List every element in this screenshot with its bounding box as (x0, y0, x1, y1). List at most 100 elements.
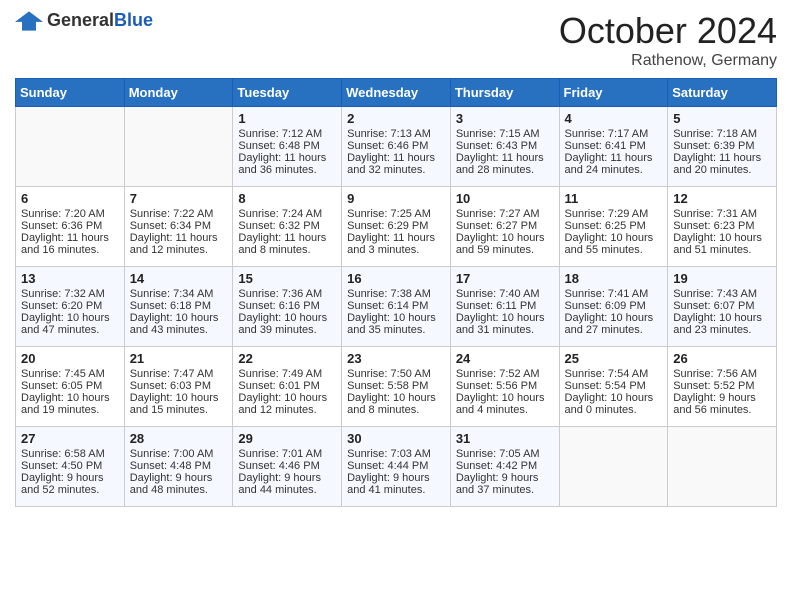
sunset-text: Sunset: 6:39 PM (673, 140, 771, 152)
day-number: 13 (21, 271, 119, 286)
daylight-text: Daylight: 10 hours and 55 minutes. (565, 232, 663, 256)
daylight-text: Daylight: 9 hours and 56 minutes. (673, 392, 771, 416)
logo-blue: Blue (114, 10, 153, 30)
sunrise-text: Sunrise: 7:20 AM (21, 208, 119, 220)
sunrise-text: Sunrise: 7:22 AM (130, 208, 228, 220)
sunset-text: Sunset: 6:34 PM (130, 220, 228, 232)
logo-general: General (47, 10, 114, 30)
sunset-text: Sunset: 6:01 PM (238, 380, 336, 392)
sunrise-text: Sunrise: 7:49 AM (238, 368, 336, 380)
daylight-text: Daylight: 10 hours and 12 minutes. (238, 392, 336, 416)
week-row-5: 27Sunrise: 6:58 AMSunset: 4:50 PMDayligh… (16, 427, 777, 507)
daylight-text: Daylight: 10 hours and 27 minutes. (565, 312, 663, 336)
day-number: 18 (565, 271, 663, 286)
daylight-text: Daylight: 9 hours and 41 minutes. (347, 472, 445, 496)
day-number: 2 (347, 111, 445, 126)
daylight-text: Daylight: 10 hours and 19 minutes. (21, 392, 119, 416)
day-number: 21 (130, 351, 228, 366)
sunrise-text: Sunrise: 7:13 AM (347, 128, 445, 140)
calendar-cell: 12Sunrise: 7:31 AMSunset: 6:23 PMDayligh… (668, 187, 777, 267)
sunrise-text: Sunrise: 7:52 AM (456, 368, 554, 380)
daylight-text: Daylight: 11 hours and 24 minutes. (565, 152, 663, 176)
sunrise-text: Sunrise: 7:00 AM (130, 448, 228, 460)
calendar-cell: 25Sunrise: 7:54 AMSunset: 5:54 PMDayligh… (559, 347, 668, 427)
sunrise-text: Sunrise: 7:40 AM (456, 288, 554, 300)
sunset-text: Sunset: 6:14 PM (347, 300, 445, 312)
sunset-text: Sunset: 6:25 PM (565, 220, 663, 232)
day-header-sunday: Sunday (16, 79, 125, 107)
day-number: 5 (673, 111, 771, 126)
calendar-cell: 1Sunrise: 7:12 AMSunset: 6:48 PMDaylight… (233, 107, 342, 187)
sunset-text: Sunset: 6:09 PM (565, 300, 663, 312)
sunrise-text: Sunrise: 7:43 AM (673, 288, 771, 300)
day-number: 24 (456, 351, 554, 366)
sunset-text: Sunset: 5:52 PM (673, 380, 771, 392)
day-number: 31 (456, 431, 554, 446)
calendar-cell (559, 427, 668, 507)
sunset-text: Sunset: 6:20 PM (21, 300, 119, 312)
calendar-table: SundayMondayTuesdayWednesdayThursdayFrid… (15, 78, 777, 507)
calendar-cell: 29Sunrise: 7:01 AMSunset: 4:46 PMDayligh… (233, 427, 342, 507)
day-number: 8 (238, 191, 336, 206)
day-number: 30 (347, 431, 445, 446)
calendar-cell: 22 Sunrise: 7:49 AMSunset: 6:01 PMDayligh… (233, 347, 342, 427)
sunset-text: Sunset: 6:32 PM (238, 220, 336, 232)
header: GeneralBlue October 2024 Rathenow, Germa… (15, 10, 777, 70)
calendar-cell: 17Sunrise: 7:40 AMSunset: 6:11 PMDayligh… (450, 267, 559, 347)
daylight-text: Daylight: 10 hours and 0 minutes. (565, 392, 663, 416)
logo-text: GeneralBlue (47, 10, 153, 31)
calendar-cell: 19Sunrise: 7:43 AMSunset: 6:07 PMDayligh… (668, 267, 777, 347)
week-row-3: 13 Sunrise: 7:32 AMSunset: 6:20 PM Dayligh… (16, 267, 777, 347)
sunrise-text: Sunrise: 7:47 AM (130, 368, 228, 380)
daylight-text: Daylight: 10 hours and 39 minutes. (238, 312, 336, 336)
day-number: 4 (565, 111, 663, 126)
day-number: 10 (456, 191, 554, 206)
sunrise-text: Sunrise: 7:54 AM (565, 368, 663, 380)
daylight-text: Daylight: 11 hours and 20 minutes. (673, 152, 771, 176)
day-number: 14 (130, 271, 228, 286)
sunrise-text: Sunrise: 7:27 AM (456, 208, 554, 220)
sunrise-text: Sunrise: 7:45 AM (21, 368, 119, 380)
day-number: 27 (21, 431, 119, 446)
calendar-cell: 9Sunrise: 7:25 AMSunset: 6:29 PMDaylight… (342, 187, 451, 267)
sunset-text: Sunset: 4:50 PM (21, 460, 119, 472)
sunrise-text: Sunrise: 7:15 AM (456, 128, 554, 140)
sunrise-text: Sunrise: 7:38 AM (347, 288, 445, 300)
calendar-cell: 26Sunrise: 7:56 AMSunset: 5:52 PMDayligh… (668, 347, 777, 427)
sunset-text: Sunset: 6:07 PM (673, 300, 771, 312)
day-header-thursday: Thursday (450, 79, 559, 107)
sunrise-text: Sunrise: 7:56 AM (673, 368, 771, 380)
calendar-cell: 3Sunrise: 7:15 AMSunset: 6:43 PMDaylight… (450, 107, 559, 187)
calendar-cell: 28Sunrise: 7:00 AMSunset: 4:48 PMDayligh… (124, 427, 233, 507)
calendar-cell: 7Sunrise: 7:22 AMSunset: 6:34 PMDaylight… (124, 187, 233, 267)
daylight-text: Daylight: 11 hours and 32 minutes. (347, 152, 445, 176)
calendar-cell: 23Sunrise: 7:50 AMSunset: 5:58 PMDayligh… (342, 347, 451, 427)
day-number: 12 (673, 191, 771, 206)
day-number: 25 (565, 351, 663, 366)
calendar-cell: 20Sunrise: 7:45 AMSunset: 6:05 PMDayligh… (16, 347, 125, 427)
sunrise-text: Sunrise: 7:34 AM (130, 288, 228, 300)
sunrise-text: Sunrise: 7:03 AM (347, 448, 445, 460)
day-number: 19 (673, 271, 771, 286)
daylight-text: Daylight: 11 hours and 16 minutes. (21, 232, 119, 256)
daylight-text: Daylight: 10 hours and 51 minutes. (673, 232, 771, 256)
sunrise-text: Sunrise: 7:32 AM (21, 288, 119, 300)
day-number: 22 (238, 351, 336, 366)
daylight-text: Daylight: 10 hours and 4 minutes. (456, 392, 554, 416)
sunrise-text: Sunrise: 7:29 AM (565, 208, 663, 220)
day-header-tuesday: Tuesday (233, 79, 342, 107)
sunset-text: Sunset: 4:48 PM (130, 460, 228, 472)
sunrise-text: Sunrise: 7:25 AM (347, 208, 445, 220)
sunset-text: Sunset: 5:56 PM (456, 380, 554, 392)
calendar-cell: 13Sunrise: 7:32 AMSunset: 6:20 PMDayligh… (16, 267, 125, 347)
calendar-cell: 2Sunrise: 7:13 AMSunset: 6:46 PMDaylight… (342, 107, 451, 187)
calendar-cell: 4Sunrise: 7:17 AMSunset: 6:41 PMDaylight… (559, 107, 668, 187)
calendar-cell: 16Sunrise: 7:38 AMSunset: 6:14 PMDayligh… (342, 267, 451, 347)
sunrise-text: Sunrise: 7:17 AM (565, 128, 663, 140)
calendar-cell: 24 Sunrise: 7:52 AMSunset: 5:56 PMDayligh… (450, 347, 559, 427)
month-title: October 2024 (559, 10, 777, 52)
day-number: 28 (130, 431, 228, 446)
sunset-text: Sunset: 6:16 PM (238, 300, 336, 312)
week-row-2: 6Sunrise: 7:20 AMSunset: 6:36 PMDaylight… (16, 187, 777, 267)
sunrise-text: Sunrise: 7:41 AM (565, 288, 663, 300)
